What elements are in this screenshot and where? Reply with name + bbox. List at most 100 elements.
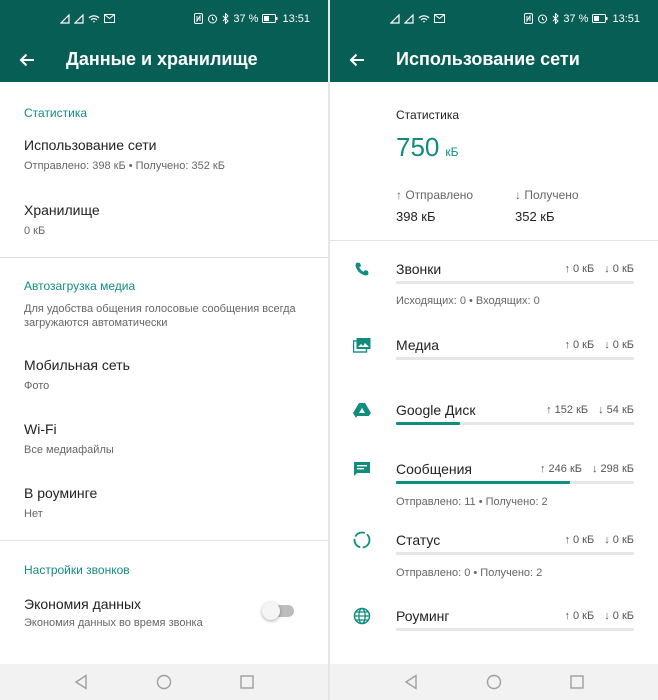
network-usage-content: Статистика 750 кБ ↑ Отправлено 398 кБ ↓ … [330, 82, 658, 664]
arrow-up-icon: ↑ [539, 463, 546, 475]
item-subtitle: Отправлено: 398 кБ • Получено: 352 кБ [24, 160, 225, 172]
clock: 13:51 [612, 12, 640, 25]
category-name: Сообщения [396, 461, 472, 477]
arrow-up-icon: ↑ [564, 610, 570, 622]
sent-value: 0 кБ [573, 610, 595, 622]
nav-recents-icon[interactable] [240, 675, 254, 689]
usage-bar-fill [396, 481, 570, 484]
network-usage-item[interactable]: Использование сети Отправлено: 398 кБ • … [24, 137, 308, 173]
item-subtitle: Фото [24, 380, 50, 392]
received-value: 0 кБ [612, 263, 634, 275]
received-value: 352 кБ [515, 209, 555, 224]
category-traffic: ↑ 0 кБ ↓ 0 кБ [564, 534, 634, 546]
wifi-item[interactable]: Wi-Fi Все медиафайлы [24, 421, 308, 457]
arrow-up-icon: ↑ [396, 188, 402, 202]
category-traffic: ↑ 246 кБ ↓ 298 кБ [540, 463, 634, 475]
item-title: Использование сети [24, 137, 157, 153]
data-saver-toggle[interactable] [262, 602, 294, 620]
received-amount: ↓ 0 кБ [604, 339, 634, 351]
usage-bar [396, 552, 634, 555]
arrow-up-icon: ↑ [564, 534, 570, 546]
item-title: Мобильная сеть [24, 357, 130, 373]
notification-icons [60, 13, 115, 24]
received-value: 0 кБ [612, 534, 634, 546]
wifi-icon [88, 14, 100, 23]
roaming-item[interactable]: В роуминге Нет [24, 485, 308, 521]
category-traffic: ↑ 0 кБ ↓ 0 кБ [564, 263, 634, 275]
notification-icons [390, 13, 445, 24]
battery-icon [262, 14, 278, 23]
category-name: Статус [396, 532, 441, 548]
system-icons: 37 % 13:51 [194, 13, 310, 25]
page-title: Использование сети [396, 49, 580, 69]
system-icons: 37 % 13:51 [524, 13, 640, 25]
total-unit: кБ [445, 145, 459, 159]
category-name: Роуминг [396, 608, 450, 624]
sent-value: 246 кБ [548, 463, 582, 475]
nav-back-icon[interactable] [404, 674, 418, 690]
nav-back-icon[interactable] [74, 674, 88, 690]
sent-summary: ↑ Отправлено 398 кБ [396, 188, 473, 224]
back-button[interactable] [0, 37, 54, 82]
category-details: Отправлено: 11 • Получено: 2 [396, 496, 548, 508]
wifi-icon [418, 14, 430, 23]
divider [0, 257, 328, 258]
sent-amount: ↑ 152 кБ [546, 404, 588, 416]
battery-percent: 37 % [563, 12, 589, 25]
nav-recents-icon[interactable] [570, 675, 584, 689]
category-traffic: ↑ 0 кБ ↓ 0 кБ [564, 610, 634, 622]
arrow-down-icon: ↓ [591, 463, 598, 475]
bluetooth-icon [223, 13, 230, 24]
nav-home-icon[interactable] [486, 674, 502, 690]
received-value: 298 кБ [600, 463, 634, 475]
usage-bar [396, 481, 634, 484]
arrow-up-icon: ↑ [564, 263, 570, 275]
screen-data-storage: 37 % 13:51 Данные и хранилище Статистика… [0, 0, 328, 700]
signal-icon [60, 13, 70, 24]
toggle-knob [262, 602, 280, 620]
settings-list: Статистика Использование сети Отправлено… [0, 82, 328, 664]
category-name: Медиа [396, 337, 440, 353]
category-traffic: ↑ 0 кБ ↓ 0 кБ [564, 339, 634, 351]
sent-amount: ↑ 0 кБ [564, 263, 594, 275]
media-description: Для удобства общения голосовые сообщения… [24, 302, 308, 330]
system-nav-bar [330, 664, 658, 700]
arrow-down-icon: ↓ [604, 339, 610, 351]
sent-value: 398 кБ [396, 209, 436, 224]
description-text: Для удобства общения голосовые сообщения… [24, 303, 296, 329]
usage-bar [396, 281, 634, 284]
item-subtitle: Нет [24, 508, 43, 520]
sent-amount: ↑ 246 кБ [540, 463, 582, 475]
back-button[interactable] [330, 37, 384, 82]
signal-icon [404, 13, 414, 24]
mail-icon [434, 14, 445, 23]
received-value: 0 кБ [612, 610, 634, 622]
battery-percent: 37 % [233, 12, 259, 25]
sent-value: 0 кБ [573, 263, 595, 275]
arrow-down-icon: ↓ [604, 610, 610, 622]
app-bar: Данные и хранилище [0, 37, 328, 82]
category-details: Отправлено: 0 • Получено: 2 [396, 567, 543, 579]
category-traffic: ↑ 152 кБ ↓ 54 кБ [546, 404, 634, 416]
message-icon [352, 459, 372, 479]
alarm-icon [208, 14, 218, 24]
mobile-network-item[interactable]: Мобильная сеть Фото [24, 357, 308, 393]
nfc-icon [194, 13, 204, 24]
category-details: Исходящих: 0 • Входящих: 0 [396, 295, 540, 307]
divider [0, 540, 328, 541]
signal-icon [74, 13, 84, 24]
signal-icon [390, 13, 400, 24]
status-icon [352, 530, 372, 550]
storage-item[interactable]: Хранилище 0 кБ [24, 202, 308, 238]
statistics-label: Статистика [396, 108, 460, 122]
received-value: 54 кБ [606, 404, 634, 416]
nav-home-icon[interactable] [156, 674, 172, 690]
divider [330, 240, 658, 241]
item-subtitle: 0 кБ [24, 225, 46, 237]
app-bar: Использование сети [330, 37, 658, 82]
category-name: Звонки [396, 261, 442, 277]
globe-icon [352, 606, 372, 626]
item-title: В роуминге [24, 485, 98, 501]
sent-amount: ↑ 0 кБ [564, 534, 594, 546]
screen-network-usage: 37 % 13:51 Использование сети Статистика… [330, 0, 658, 700]
